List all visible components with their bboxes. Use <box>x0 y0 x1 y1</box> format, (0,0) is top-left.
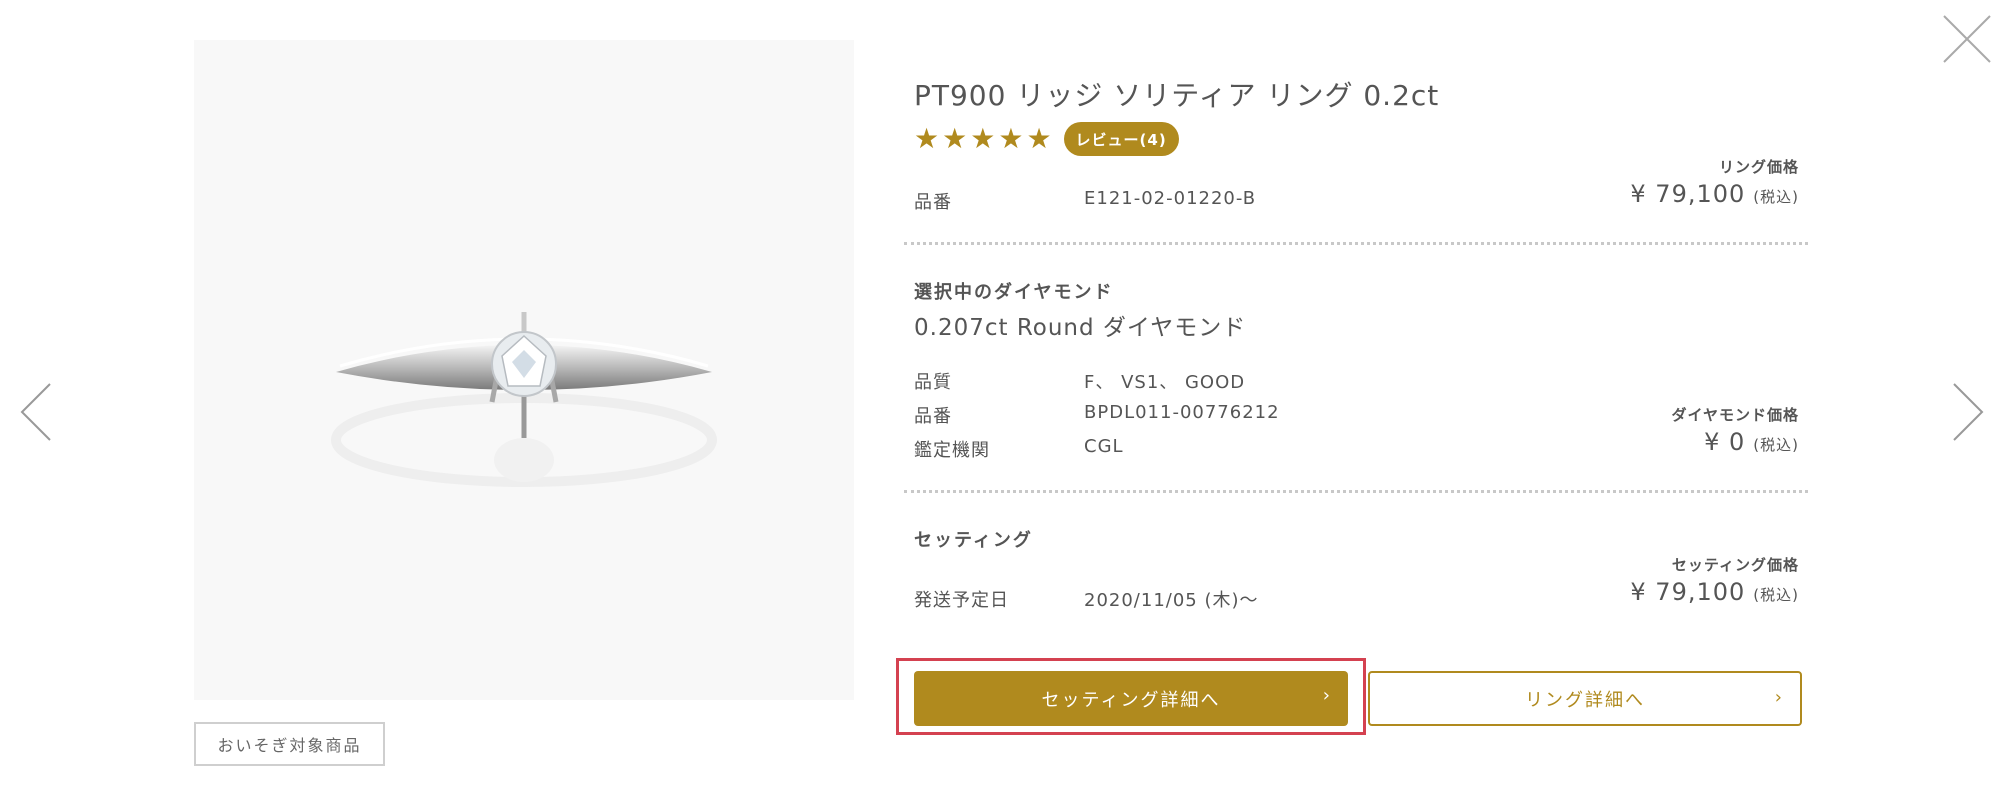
ring-image <box>331 312 717 487</box>
chevron-right-icon: › <box>1322 685 1332 706</box>
divider <box>904 490 1808 493</box>
star-icon: ★ <box>998 122 1024 155</box>
close-button[interactable] <box>1942 14 1992 64</box>
setting-price-amount: ¥ 79,100 <box>1630 578 1746 606</box>
ring-details-button[interactable]: リング詳細へ › <box>1368 671 1802 726</box>
ring-tax-note: (税込) <box>1753 188 1799 206</box>
ring-price-label: リング価格 <box>1718 158 1799 176</box>
ring-price: ¥ 79,100 (税込) <box>1630 180 1799 208</box>
ship-date-label: 発送予定日 <box>914 590 1009 611</box>
diamond-quality-value: F、 VS1、 GOOD <box>1084 372 1246 393</box>
diamond-lab-label: 鑑定機関 <box>914 440 990 461</box>
divider <box>904 242 1808 245</box>
diamond-code-label: 品番 <box>914 406 952 427</box>
diamond-quality-label: 品質 <box>914 372 952 393</box>
ring-price-amount: ¥ 79,100 <box>1630 180 1746 208</box>
diamond-lab-value: CGL <box>1084 436 1124 457</box>
close-icon <box>1943 15 1991 63</box>
ring-code-label: 品番 <box>914 192 952 213</box>
setting-section-title: セッティング <box>914 530 1033 551</box>
star-rating: ★ ★ ★ ★ ★ <box>914 125 1052 153</box>
product-image[interactable] <box>194 40 854 700</box>
star-icon: ★ <box>1026 122 1052 155</box>
setting-tax-note: (税込) <box>1753 586 1799 604</box>
chevron-left-icon <box>20 383 51 441</box>
star-icon: ★ <box>942 122 968 155</box>
setting-details-button[interactable]: セッティング詳細へ › <box>914 671 1348 726</box>
rating: ★ ★ ★ ★ ★ レビュー(4) <box>914 122 1179 156</box>
ring-code-value: E121-02-01220-B <box>1084 188 1257 209</box>
diamond-price: ¥ 0 (税込) <box>1704 428 1799 456</box>
setting-price: ¥ 79,100 (税込) <box>1630 578 1799 606</box>
star-icon: ★ <box>914 122 940 155</box>
review-badge[interactable]: レビュー(4) <box>1063 122 1179 156</box>
diamond-name: 0.207ct Round ダイヤモンド <box>914 315 1247 341</box>
express-badge: おいそぎ対象商品 <box>194 722 385 766</box>
ring-details-label: リング詳細へ <box>1525 689 1645 711</box>
chevron-right-icon <box>1953 383 1984 441</box>
setting-details-label: セッティング詳細へ <box>1041 689 1221 711</box>
diamond-tax-note: (税込) <box>1753 436 1799 454</box>
ship-date-value: 2020/11/05 (木)〜 <box>1084 590 1259 611</box>
product-info: PT900 リッジ ソリティア リング 0.2ct ★ ★ ★ ★ ★ レビュー… <box>896 0 1814 800</box>
diamond-price-amount: ¥ 0 <box>1704 428 1746 456</box>
next-button[interactable] <box>1950 380 1986 444</box>
diamond-code-value: BPDL011-00776212 <box>1084 402 1280 423</box>
star-icon: ★ <box>970 122 996 155</box>
product-modal: おいそぎ対象商品 PT900 リッジ ソリティア リング 0.2ct ★ ★ ★… <box>0 0 2000 800</box>
setting-price-label: セッティング価格 <box>1671 556 1799 574</box>
prev-button[interactable] <box>18 380 54 444</box>
diamond-section-title: 選択中のダイヤモンド <box>914 282 1114 303</box>
diamond-price-label: ダイヤモンド価格 <box>1671 406 1799 424</box>
chevron-right-icon: › <box>1774 687 1784 708</box>
product-title: PT900 リッジ ソリティア リング 0.2ct <box>914 79 1440 112</box>
